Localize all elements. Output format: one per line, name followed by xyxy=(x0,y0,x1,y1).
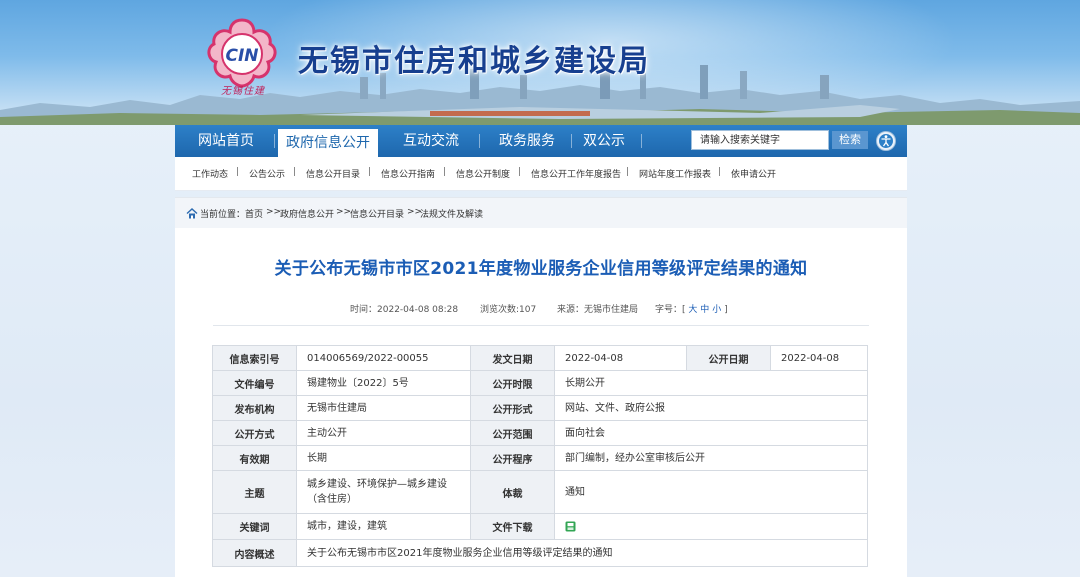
fontsize-label: 字号： xyxy=(655,305,683,315)
breadcrumb-home[interactable]: 首页 xyxy=(245,207,263,220)
keywords-value: 城市，建设，建筑 xyxy=(296,513,471,540)
views-value: 107 xyxy=(519,305,537,315)
scope-value: 面向社会 xyxy=(554,420,868,446)
publish-date-label: 公开日期 xyxy=(686,345,771,371)
article-panel: 关于公布无锡市市区2021年度物业服务企业信用等级评定结果的通知 时间：2022… xyxy=(175,228,907,577)
agency-value: 无锡市住建局 xyxy=(296,395,471,421)
subnav-separator: | xyxy=(293,167,297,177)
procedure-value: 部门编制，经办公室审核后公开 xyxy=(554,445,868,471)
source-label: 来源： xyxy=(557,305,585,315)
download-value xyxy=(554,513,868,540)
site-title: 无锡市住房和城乡建设局 xyxy=(298,44,650,79)
issue-date-label: 发文日期 xyxy=(470,345,555,371)
nav-item-interaction[interactable]: 互动交流 xyxy=(386,125,476,157)
subnav-item-info-catalog[interactable]: 信息公开目录 xyxy=(306,167,360,180)
method-label: 公开方式 xyxy=(212,420,297,446)
nav-separator xyxy=(571,134,572,148)
doc-no-value: 锡建物业〔2022〕5号 xyxy=(296,370,471,396)
views-label: 浏览次数: xyxy=(480,305,520,315)
download-label: 文件下载 xyxy=(470,513,555,540)
subnav-separator: | xyxy=(718,167,722,177)
doc-no-label: 文件编号 xyxy=(212,370,297,396)
topic-label: 主题 xyxy=(212,470,297,514)
index-no-label: 信息索引号 xyxy=(212,345,297,371)
breadcrumb: 当前位置： 首页 >> 政府信息公开 >> 信息公开目录 >> 法规文件及解读 xyxy=(175,197,907,229)
validity-value: 长期 xyxy=(296,445,471,471)
subnav-separator: | xyxy=(626,167,630,177)
font-medium-button[interactable]: 中 xyxy=(700,305,709,315)
time-label: 时间： xyxy=(350,305,378,315)
nav-item-gov-info[interactable]: 政府信息公开 xyxy=(278,129,378,159)
page-title: 关于公布无锡市市区2021年度物业服务企业信用等级评定结果的通知 xyxy=(274,259,808,279)
nav-item-home[interactable]: 网站首页 xyxy=(181,125,271,157)
agency-label: 发布机构 xyxy=(212,395,297,421)
nav-separator xyxy=(479,134,480,148)
period-label: 公开时限 xyxy=(470,370,555,396)
index-no-value: 014006569/2022-00055 xyxy=(296,345,471,371)
home-icon xyxy=(186,208,198,219)
divider xyxy=(213,325,869,326)
procedure-label: 公开程序 xyxy=(470,445,555,471)
font-large-button[interactable]: 大 xyxy=(688,305,697,315)
file-download-icon[interactable] xyxy=(565,521,576,532)
nav-separator xyxy=(274,134,275,148)
topic-line-1: 城乡建设、环境保护—城乡建设 xyxy=(307,479,447,490)
genre-value: 通知 xyxy=(554,470,868,514)
subnav-item-work-news[interactable]: 工作动态 xyxy=(192,167,228,180)
topic-line-2: （含住房） xyxy=(307,494,357,505)
sub-nav: 工作动态 | 公告公示 | 信息公开目录 | 信息公开指南 | 信息公开制度 |… xyxy=(175,157,907,191)
article-time: 时间：2022-04-08 08:28 xyxy=(350,302,458,315)
breadcrumb-info-catalog[interactable]: 信息公开目录 xyxy=(350,207,404,220)
search-button[interactable]: 检索 xyxy=(832,131,868,149)
summary-label: 内容概述 xyxy=(212,539,297,567)
font-small-button[interactable]: 小 xyxy=(712,305,721,315)
publish-date-value: 2022-04-08 xyxy=(770,345,868,371)
subnav-separator: | xyxy=(236,167,240,177)
nav-separator xyxy=(641,134,642,148)
subnav-separator: | xyxy=(443,167,447,177)
breadcrumb-prefix: 当前位置： xyxy=(200,210,246,220)
font-size-control: 字号：[ 大 中 小 ] xyxy=(655,302,728,315)
accessibility-icon[interactable] xyxy=(876,131,896,151)
validity-label: 有效期 xyxy=(212,445,297,471)
source-value: 无锡市住建局 xyxy=(584,305,639,315)
topic-value: 城乡建设、环境保护—城乡建设 （含住房） xyxy=(296,470,471,514)
issue-date-value: 2022-04-08 xyxy=(554,345,687,371)
genre-label: 体裁 xyxy=(470,470,555,514)
article-source: 来源：无锡市住建局 xyxy=(557,302,638,315)
header-banner: CIN 无锡住建 无锡市住房和城乡建设局 xyxy=(0,0,1080,125)
breadcrumb-separator: >> xyxy=(266,207,282,217)
scope-label: 公开范围 xyxy=(470,420,555,446)
nav-item-double-publicity[interactable]: 双公示 xyxy=(573,125,635,157)
subnav-item-request[interactable]: 依申请公开 xyxy=(731,167,776,180)
search-input[interactable] xyxy=(691,130,829,150)
logo-subtitle: 无锡住建 xyxy=(221,86,265,97)
nav-item-services[interactable]: 政务服务 xyxy=(482,125,572,157)
form-value: 网站、文件、政府公报 xyxy=(554,395,868,421)
breadcrumb-regulations[interactable]: 法规文件及解读 xyxy=(420,207,483,220)
subnav-separator: | xyxy=(518,167,522,177)
article-views: 浏览次数:107 xyxy=(480,302,536,315)
summary-value: 关于公布无锡市市区2021年度物业服务企业信用等级评定结果的通知 xyxy=(296,539,868,567)
keywords-label: 关键词 xyxy=(212,513,297,540)
svg-text:CIN: CIN xyxy=(225,46,258,66)
method-value: 主动公开 xyxy=(296,420,471,446)
subnav-separator: | xyxy=(368,167,372,177)
subnav-item-announcements[interactable]: 公告公示 xyxy=(249,167,285,180)
period-value: 长期公开 xyxy=(554,370,868,396)
subnav-item-info-system[interactable]: 信息公开制度 xyxy=(456,167,510,180)
fontsize-open: [ xyxy=(682,305,686,315)
subnav-item-site-report[interactable]: 网站年度工作报表 xyxy=(639,167,711,180)
breadcrumb-separator: >> xyxy=(336,207,352,217)
subnav-item-annual-report[interactable]: 信息公开工作年度报告 xyxy=(531,167,621,180)
form-label: 公开形式 xyxy=(470,395,555,421)
fontsize-close: ] xyxy=(724,305,728,315)
subnav-item-info-guide[interactable]: 信息公开指南 xyxy=(381,167,435,180)
time-value: 2022-04-08 08:28 xyxy=(377,305,459,315)
info-table: 信息索引号 014006569/2022-00055 发文日期 2022-04-… xyxy=(212,345,868,569)
breadcrumb-gov-info[interactable]: 政府信息公开 xyxy=(280,207,334,220)
